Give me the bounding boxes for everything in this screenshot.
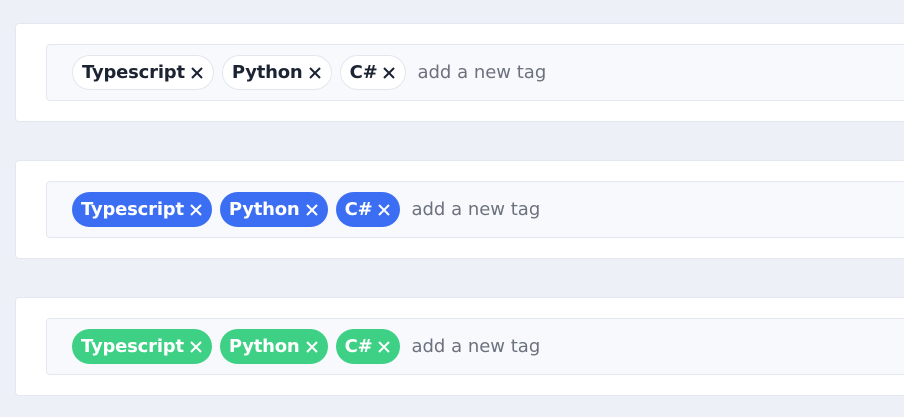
close-icon[interactable] [377, 203, 391, 217]
tag-label: C# [344, 199, 373, 220]
tag-label: Python [231, 62, 303, 83]
close-icon[interactable] [190, 66, 204, 80]
tag-input-card-blue: Typescript Python C# [15, 160, 904, 259]
new-tag-input[interactable] [411, 199, 712, 220]
close-icon[interactable] [382, 66, 396, 80]
tag-input-field[interactable]: Typescript Python C# [46, 181, 904, 238]
tag-label: Python [228, 199, 300, 220]
tag-label: C# [349, 62, 378, 83]
tag-chip: Python [219, 192, 328, 227]
tag-chip: Python [221, 55, 332, 90]
tag-chip: C# [339, 55, 407, 90]
page: Typescript Python C# Typescript Python [0, 0, 904, 417]
close-icon[interactable] [377, 340, 391, 354]
close-icon[interactable] [189, 340, 203, 354]
tag-label: Python [228, 336, 300, 357]
new-tag-input[interactable] [417, 62, 718, 83]
tag-chip: Python [219, 329, 328, 364]
tag-chip: Typescript [72, 55, 214, 90]
close-icon[interactable] [189, 203, 203, 217]
close-icon[interactable] [308, 66, 322, 80]
tag-label: Typescript [81, 336, 184, 357]
tag-chip: Typescript [72, 329, 212, 364]
tag-label: Typescript [82, 62, 185, 83]
new-tag-input[interactable] [411, 336, 712, 357]
tag-label: Typescript [81, 199, 184, 220]
tag-input-field[interactable]: Typescript Python C# [46, 318, 904, 375]
tag-label: C# [344, 336, 373, 357]
tag-input-field[interactable]: Typescript Python C# [46, 44, 904, 101]
close-icon[interactable] [305, 203, 319, 217]
tag-input-card-plain: Typescript Python C# [15, 23, 904, 122]
tag-chip: C# [335, 329, 401, 364]
close-icon[interactable] [305, 340, 319, 354]
tag-chip: C# [335, 192, 401, 227]
tag-chip: Typescript [72, 192, 212, 227]
tag-input-card-green: Typescript Python C# [15, 297, 904, 396]
